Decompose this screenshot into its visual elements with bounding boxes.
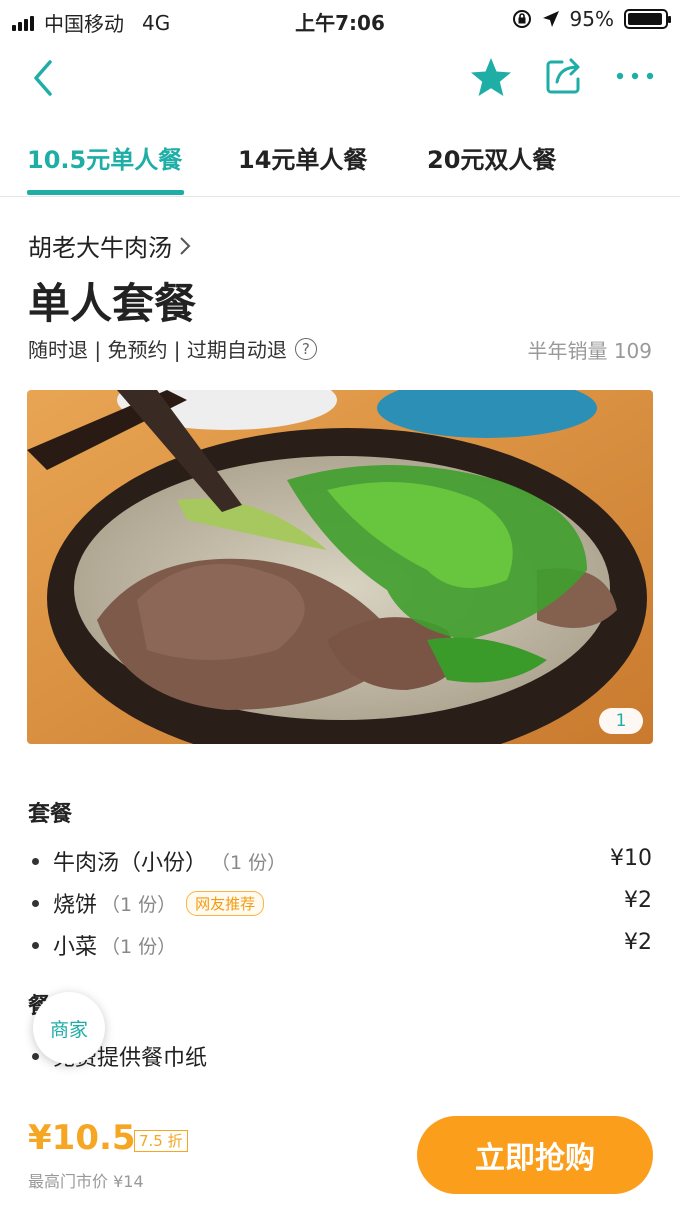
status-bar: 中国移动 4G 上午7:06 95% (0, 0, 680, 38)
sales-count: 半年销量 109 (527, 339, 652, 363)
more-button[interactable] (612, 58, 658, 94)
share-icon (546, 58, 580, 94)
bullet-icon (32, 1052, 39, 1060)
back-button[interactable] (28, 56, 64, 100)
item-price: ¥2 (624, 930, 652, 955)
status-right: 95% (512, 7, 671, 31)
battery-icon (624, 9, 671, 29)
deal-photo[interactable]: 1 (27, 390, 653, 744)
item-name: 烧饼 (53, 893, 98, 918)
chevron-right-icon (180, 236, 191, 255)
bottom-bar: ¥10.5 7.5 折 最高门市价 ¥14 立即抢购 (0, 1100, 680, 1209)
beef-soup-image (27, 390, 653, 744)
item-name: 小菜 (53, 935, 98, 960)
package-item: 烧饼 （1 份） 网友推荐 ¥2 (32, 886, 652, 920)
star-icon (471, 58, 511, 96)
original-price: 最高门市价 ¥14 (28, 1172, 144, 1191)
item-qty: （1 份） (101, 893, 177, 916)
deal-tags: 随时退 | 免预约 | 过期自动退 ? (28, 334, 317, 363)
bullet-icon (32, 857, 39, 865)
back-arrow-icon (34, 60, 52, 96)
item-price: ¥2 (624, 888, 652, 913)
nav-bar (0, 50, 680, 105)
bullet-icon (32, 941, 39, 949)
merchant-button[interactable]: 商家 (33, 992, 105, 1064)
favorite-button[interactable] (466, 53, 516, 103)
package-item: 小菜 （1 份） ¥2 (32, 928, 652, 962)
item-qty: （1 份） (211, 851, 287, 874)
buy-now-button[interactable]: 立即抢购 (417, 1116, 653, 1194)
location-icon (542, 11, 559, 27)
current-price: ¥10.5 (28, 1118, 136, 1158)
deal-title: 单人套餐 (28, 279, 197, 328)
tab-20-double[interactable]: 20元双人餐 (427, 140, 556, 175)
orientation-lock-icon (512, 10, 531, 28)
deal-tabs: 10.5元单人餐 14元单人餐 20元双人餐 (0, 118, 680, 197)
discount-badge: 7.5 折 (134, 1130, 188, 1152)
bullet-icon (32, 899, 39, 907)
package-item: 牛肉汤（小份） （1 份） ¥10 (32, 844, 652, 878)
item-name: 牛肉汤（小份） (53, 851, 208, 876)
battery-percent: 95% (569, 7, 614, 31)
more-icon (616, 72, 654, 80)
shop-name: 胡老大牛肉汤 (28, 234, 172, 262)
item-price: ¥10 (610, 846, 652, 871)
package-section-title: 套餐 (28, 802, 73, 827)
tags-text: 随时退 | 免预约 | 过期自动退 (28, 338, 287, 362)
tab-10-5-single[interactable]: 10.5元单人餐 (27, 140, 182, 175)
recommend-badge: 网友推荐 (186, 890, 265, 916)
item-qty: （1 份） (101, 935, 177, 958)
share-button[interactable] (542, 54, 586, 98)
shop-link[interactable]: 胡老大牛肉汤 (28, 228, 192, 263)
active-tab-indicator (27, 190, 184, 195)
help-icon[interactable]: ? (294, 337, 317, 360)
tab-14-single[interactable]: 14元单人餐 (238, 140, 367, 175)
image-counter: 1 (599, 708, 643, 734)
